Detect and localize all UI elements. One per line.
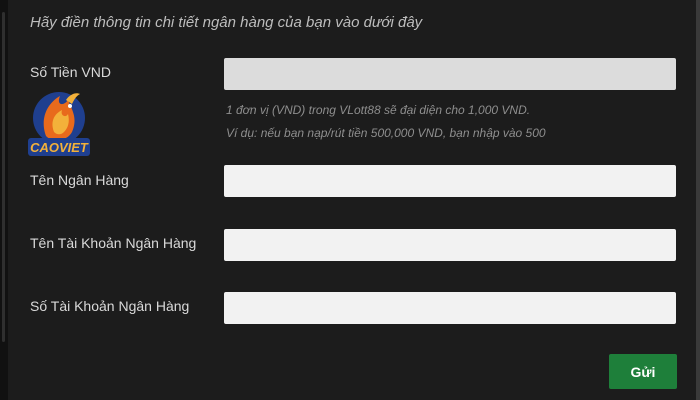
right-scroll-rail[interactable] <box>696 0 700 400</box>
submit-button[interactable]: Gửi <box>609 354 677 389</box>
amount-note-line1: 1 đơn vị (VND) trong VLott88 sẽ đại diện… <box>226 103 531 117</box>
account-name-label: Tên Tài Khoản Ngân Hàng <box>30 235 197 251</box>
bank-name-label: Tên Ngân Hàng <box>30 172 129 188</box>
amount-input[interactable] <box>224 58 676 90</box>
amount-label: Số Tiền VND <box>30 64 111 80</box>
account-name-input[interactable] <box>224 229 676 261</box>
left-scroll-thumb[interactable] <box>2 12 5 342</box>
left-scroll-rail <box>0 0 8 400</box>
account-number-input[interactable] <box>224 292 676 324</box>
amount-note-line2: Ví dụ: nếu bạn nạp/rút tiền 500,000 VND,… <box>226 126 546 140</box>
brand-logo-text: CAOVIET <box>30 140 89 155</box>
brand-logo: CAOVIET <box>28 92 90 156</box>
account-number-label: Số Tài Khoản Ngân Hàng <box>30 298 190 314</box>
form-intro: Hãy điền thông tin chi tiết ngân hàng củ… <box>30 14 423 31</box>
bank-name-input[interactable] <box>224 165 676 197</box>
